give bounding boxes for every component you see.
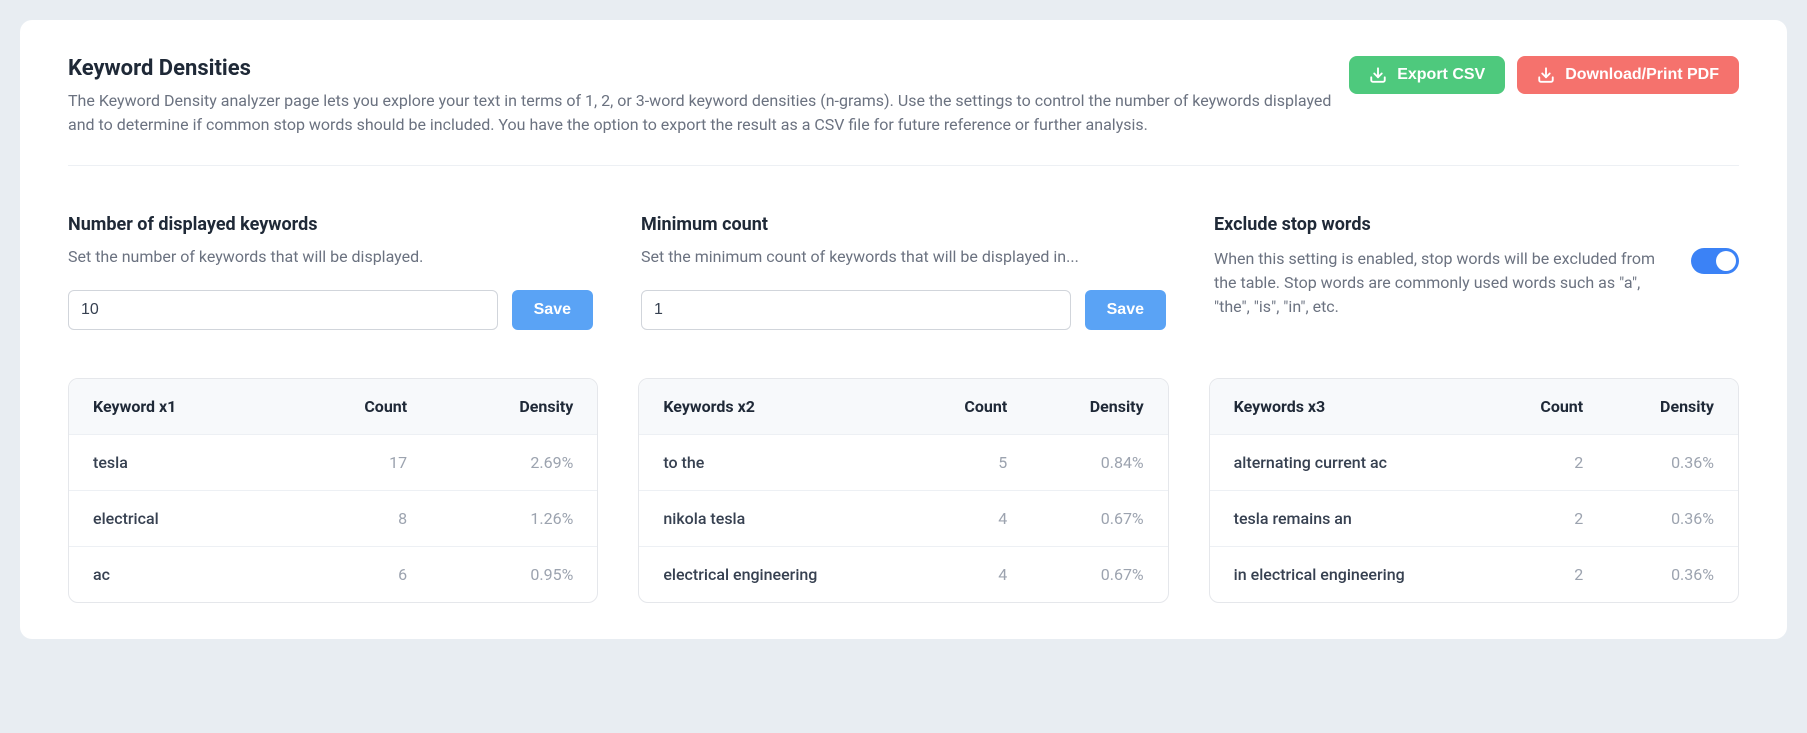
table-x3: Keywords x3 Count Density alternating cu… xyxy=(1209,378,1739,603)
setting-stop-words: Exclude stop words When this setting is … xyxy=(1214,214,1739,330)
cell-keyword: tesla xyxy=(69,435,283,491)
setting-min-count-desc: Set the minimum count of keywords that w… xyxy=(641,247,1166,266)
cell-keyword: electrical xyxy=(69,491,283,547)
table-row: tesla remains an20.36% xyxy=(1210,491,1738,547)
th-keyword: Keyword x1 xyxy=(69,379,283,435)
cell-density: 0.36% xyxy=(1607,491,1738,547)
keyword-table-x2: Keywords x2 Count Density to the50.84%ni… xyxy=(639,379,1167,602)
cell-density: 0.36% xyxy=(1607,435,1738,491)
th-count: Count xyxy=(1491,379,1608,435)
table-x2: Keywords x2 Count Density to the50.84%ni… xyxy=(638,378,1168,603)
cell-density: 0.84% xyxy=(1031,435,1167,491)
stop-words-toggle[interactable] xyxy=(1691,248,1739,274)
cell-keyword: nikola tesla xyxy=(639,491,909,547)
setting-min-count-title: Minimum count xyxy=(641,214,1166,235)
num-keywords-input[interactable] xyxy=(68,290,498,330)
export-csv-label: Export CSV xyxy=(1397,66,1485,84)
table-row: ac60.95% xyxy=(69,547,597,603)
setting-num-keywords-desc: Set the number of keywords that will be … xyxy=(68,247,593,266)
table-header-row: Keywords x3 Count Density xyxy=(1210,379,1738,435)
min-count-input[interactable] xyxy=(641,290,1071,330)
table-row: tesla172.69% xyxy=(69,435,597,491)
download-pdf-label: Download/Print PDF xyxy=(1565,66,1719,84)
input-row: Save xyxy=(641,290,1166,330)
cell-density: 1.26% xyxy=(431,491,597,547)
table-row: electrical81.26% xyxy=(69,491,597,547)
export-csv-button[interactable]: Export CSV xyxy=(1349,56,1505,94)
table-header-row: Keywords x2 Count Density xyxy=(639,379,1167,435)
th-keyword: Keywords x3 xyxy=(1210,379,1491,435)
page-title: Keyword Densities xyxy=(68,56,1349,81)
table-row: electrical engineering40.67% xyxy=(639,547,1167,603)
setting-stop-words-desc: When this setting is enabled, stop words… xyxy=(1214,247,1671,319)
keyword-table-x1: Keyword x1 Count Density tesla172.69%ele… xyxy=(69,379,597,602)
cell-keyword: electrical engineering xyxy=(639,547,909,603)
cell-density: 0.67% xyxy=(1031,491,1167,547)
cell-density: 0.36% xyxy=(1607,547,1738,603)
cell-keyword: to the xyxy=(639,435,909,491)
th-density: Density xyxy=(431,379,597,435)
table-header-row: Keyword x1 Count Density xyxy=(69,379,597,435)
cell-keyword: tesla remains an xyxy=(1210,491,1491,547)
header-text: Keyword Densities The Keyword Density an… xyxy=(68,56,1349,137)
th-density: Density xyxy=(1031,379,1167,435)
cell-keyword: in electrical engineering xyxy=(1210,547,1491,603)
th-density: Density xyxy=(1607,379,1738,435)
cell-count: 17 xyxy=(283,435,431,491)
main-card: Keyword Densities The Keyword Density an… xyxy=(20,20,1787,639)
table-row: alternating current ac20.36% xyxy=(1210,435,1738,491)
cell-count: 2 xyxy=(1491,547,1608,603)
cell-count: 8 xyxy=(283,491,431,547)
cell-count: 4 xyxy=(910,491,1032,547)
table-x1: Keyword x1 Count Density tesla172.69%ele… xyxy=(68,378,598,603)
header-actions: Export CSV Download/Print PDF xyxy=(1349,56,1739,94)
cell-keyword: ac xyxy=(69,547,283,603)
settings-row: Number of displayed keywords Set the num… xyxy=(68,166,1739,378)
download-icon xyxy=(1369,66,1387,84)
save-min-count-button[interactable]: Save xyxy=(1085,290,1166,330)
cell-density: 0.67% xyxy=(1031,547,1167,603)
setting-stop-words-title: Exclude stop words xyxy=(1214,214,1671,235)
th-keyword: Keywords x2 xyxy=(639,379,909,435)
table-row: nikola tesla40.67% xyxy=(639,491,1167,547)
input-row: Save xyxy=(68,290,593,330)
tables-row: Keyword x1 Count Density tesla172.69%ele… xyxy=(68,378,1739,603)
cell-count: 4 xyxy=(910,547,1032,603)
header: Keyword Densities The Keyword Density an… xyxy=(68,56,1739,166)
cell-count: 2 xyxy=(1491,491,1608,547)
page-description: The Keyword Density analyzer page lets y… xyxy=(68,89,1349,137)
table-row: in electrical engineering20.36% xyxy=(1210,547,1738,603)
cell-density: 0.95% xyxy=(431,547,597,603)
th-count: Count xyxy=(910,379,1032,435)
keyword-table-x3: Keywords x3 Count Density alternating cu… xyxy=(1210,379,1738,602)
setting-min-count: Minimum count Set the minimum count of k… xyxy=(641,214,1166,330)
cell-keyword: alternating current ac xyxy=(1210,435,1491,491)
save-num-keywords-button[interactable]: Save xyxy=(512,290,593,330)
setting-num-keywords-title: Number of displayed keywords xyxy=(68,214,593,235)
th-count: Count xyxy=(283,379,431,435)
cell-count: 6 xyxy=(283,547,431,603)
cell-count: 2 xyxy=(1491,435,1608,491)
cell-density: 2.69% xyxy=(431,435,597,491)
setting-stop-words-text: Exclude stop words When this setting is … xyxy=(1214,214,1671,319)
setting-num-keywords: Number of displayed keywords Set the num… xyxy=(68,214,593,330)
download-pdf-button[interactable]: Download/Print PDF xyxy=(1517,56,1739,94)
cell-count: 5 xyxy=(910,435,1032,491)
download-icon xyxy=(1537,66,1555,84)
table-row: to the50.84% xyxy=(639,435,1167,491)
